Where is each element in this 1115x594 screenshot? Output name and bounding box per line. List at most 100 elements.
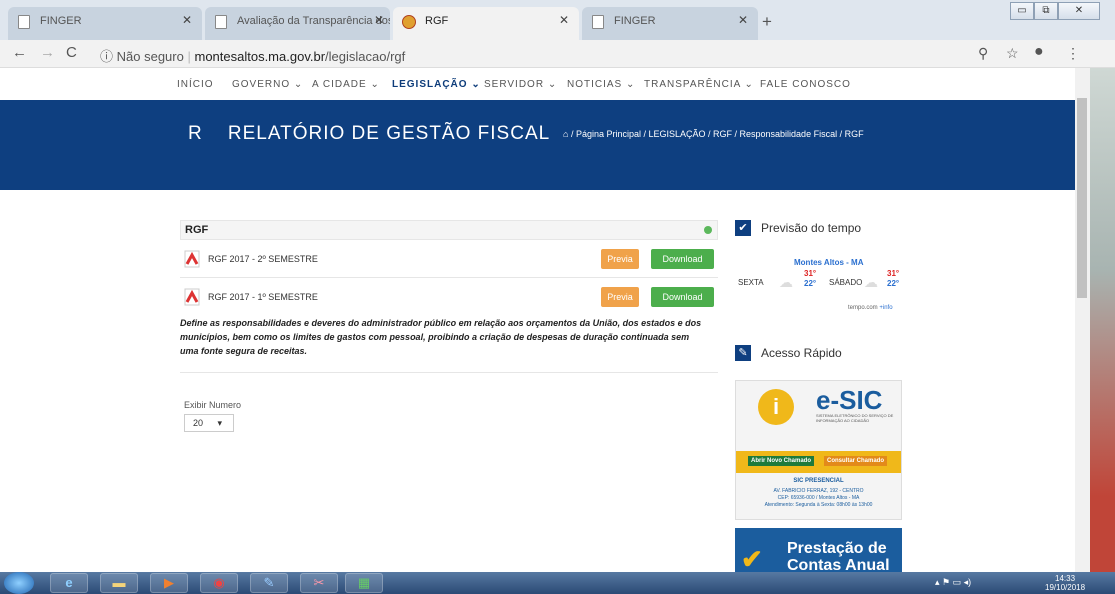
url-field[interactable]: ⓘ Não seguro | montesaltos.ma.gov.br/leg…	[100, 46, 405, 65]
nav-noticias[interactable]: NOTICIAS ⌄	[567, 79, 635, 90]
esic-subtitle: SISTEMA ELETRÔNICO DO SERVIÇO DE INFORMA…	[816, 413, 894, 423]
nav-label: LEGISLAÇÃO	[392, 79, 468, 90]
profile-icon[interactable]: ●	[1034, 43, 1044, 61]
cloud-sun-icon: ☁	[779, 274, 793, 290]
reload-icon[interactable]: C	[66, 44, 77, 61]
document-label[interactable]: RGF 2017 - 2º SEMESTRE	[208, 254, 318, 264]
start-button[interactable]	[4, 572, 34, 594]
open-ticket-button[interactable]: Abrir Novo Chamado	[748, 456, 815, 466]
tab-title: FINGER	[614, 15, 656, 27]
esic-banner[interactable]: i e-SIC SISTEMA ELETRÔNICO DO SERVIÇO DE…	[735, 380, 902, 520]
quick-access-heading: ✎ Acesso Rápido	[735, 345, 842, 361]
close-tab-icon[interactable]: ✕	[738, 13, 748, 27]
checkbox-icon: ✔	[735, 220, 751, 236]
back-icon[interactable]: ←	[12, 44, 27, 61]
page-title-letter: R	[188, 123, 203, 144]
nav-transparencia[interactable]: TRANSPARÊNCIA ⌄	[644, 79, 754, 90]
bookmark-star-icon[interactable]: ☆	[1006, 45, 1019, 62]
spreadsheet-icon[interactable]: ▦	[345, 573, 383, 593]
pdf-icon	[184, 288, 200, 306]
tab-title: Avaliação da Transparência dos M	[237, 15, 390, 27]
zoom-icon[interactable]: ⚲	[978, 45, 988, 62]
preview-button[interactable]: Previa	[601, 287, 639, 307]
nav-inicio[interactable]: INÍCIO	[177, 79, 214, 90]
tab-title: FINGER	[40, 15, 82, 27]
checkmark-icon: ✔	[741, 544, 763, 574]
new-tab-button[interactable]: +	[762, 12, 772, 32]
nav-governo[interactable]: GOVERNO ⌄	[232, 79, 303, 90]
info-icon: i	[758, 389, 794, 425]
breadcrumb-text[interactable]: / Página Principal / LEGISLAÇÃO / RGF / …	[571, 129, 864, 139]
sic-title: SIC PRESENCIAL	[793, 478, 844, 484]
chevron-down-icon: ▾	[217, 418, 223, 428]
nav-label: GOVERNO	[232, 79, 291, 90]
scrollbar-thumb[interactable]	[1077, 98, 1087, 298]
per-page-select[interactable]: 20 ▾	[184, 414, 234, 432]
prestacao-banner[interactable]: ✔ Prestação de Contas Anual	[735, 528, 902, 574]
nav-label: TRANSPARÊNCIA	[644, 79, 741, 90]
list-item: RGF 2017 - 2º SEMESTRE Previa Download	[180, 240, 718, 278]
menu-icon[interactable]: ⋮	[1066, 45, 1080, 62]
tab-rgf[interactable]: RGF ✕	[393, 7, 579, 40]
preview-button[interactable]: Previa	[601, 249, 639, 269]
nav-fale-conosco[interactable]: FALE CONOSCO	[760, 79, 851, 90]
pencil-icon: ✎	[735, 345, 751, 361]
tab-avaliacao[interactable]: Avaliação da Transparência dos M ✕	[205, 7, 390, 40]
clock-date: 19/10/2018	[1045, 583, 1086, 592]
tab-finger-1[interactable]: FINGER ✕	[8, 7, 202, 40]
clock-time: 14:33	[1055, 574, 1076, 583]
tray-icons[interactable]: ▴ ⚑ ▭ ◂)	[935, 577, 971, 588]
weather-title: Previsão do tempo	[761, 221, 862, 235]
forward-icon[interactable]: →	[40, 44, 55, 61]
close-tab-icon[interactable]: ✕	[559, 13, 569, 27]
close-tab-icon[interactable]: ✕	[374, 13, 384, 27]
page-icon	[215, 15, 227, 29]
page-title-text: RELATÓRIO DE GESTÃO FISCAL	[227, 123, 551, 144]
tab-title: RGF	[425, 15, 449, 27]
tab-finger-2[interactable]: FINGER ✕	[582, 7, 758, 40]
home-icon[interactable]: ⌂	[563, 129, 568, 139]
chrome-icon[interactable]: ◉	[200, 573, 238, 593]
close-tab-icon[interactable]: ✕	[182, 13, 192, 27]
list-item: RGF 2017 - 1º SEMESTRE Previa Download	[180, 278, 718, 316]
page-banner: R RELATÓRIO DE GESTÃO FISCAL ⌂ / Página …	[0, 100, 1075, 190]
restore-button[interactable]: ⧉	[1034, 2, 1058, 20]
weather-min: 22°	[887, 279, 900, 288]
download-button[interactable]: Download	[651, 249, 714, 269]
nav-label: A CIDADE	[312, 79, 367, 90]
weather-min: 22°	[804, 279, 817, 288]
per-page-value: 20	[193, 418, 204, 428]
breadcrumb: ⌂ / Página Principal / LEGISLAÇÃO / RGF …	[563, 129, 864, 139]
nav-label: NOTICIAS	[567, 79, 623, 90]
nav-label: SERVIDOR	[484, 79, 545, 90]
url-domain: montesaltos.ma.gov.br	[194, 49, 326, 64]
nav-legislacao[interactable]: LEGISLAÇÃO ⌄	[392, 79, 481, 90]
desktop-background	[1090, 68, 1115, 572]
snipping-tool-icon[interactable]: ✂	[300, 573, 338, 593]
section-header: RGF	[180, 220, 718, 240]
windows-taskbar: e ▬ ▶ ◉ ✎ ✂ ▦ ▴ ⚑ ▭ ◂) 14:33 19/10/2018	[0, 572, 1115, 594]
minimize-button[interactable]: ▭	[1010, 2, 1034, 20]
paint-icon[interactable]: ✎	[250, 573, 288, 593]
folder-icon[interactable]: ▬	[100, 573, 138, 593]
weather-credit: tempo.com	[848, 305, 878, 311]
nav-servidor[interactable]: SERVIDOR ⌄	[484, 79, 557, 90]
internet-explorer-icon[interactable]: e	[50, 573, 88, 593]
page-scrollbar[interactable]	[1075, 68, 1090, 572]
nav-a-cidade[interactable]: A CIDADE ⌄	[312, 79, 380, 90]
sic-hours: Atendimento: Segunda à Sexta: 08h00 às 1…	[764, 502, 873, 508]
consult-ticket-button[interactable]: Consultar Chamado	[824, 456, 888, 466]
weather-info-link[interactable]: +info	[879, 305, 892, 311]
status-dot-icon	[704, 226, 712, 234]
close-window-button[interactable]: ✕	[1058, 2, 1100, 20]
prestacao-title: Prestação de Contas Anual	[787, 540, 890, 574]
info-icon[interactable]: ⓘ	[100, 49, 113, 64]
sic-address: AV. FABRICIO FERRAZ, 192 - CENTRO	[773, 488, 864, 494]
weather-widget[interactable]: Montes Altos - MA SEXTA ☁ 31° 22° SÁBADO…	[736, 248, 906, 318]
document-label[interactable]: RGF 2017 - 1º SEMESTRE	[208, 292, 318, 302]
quick-access-title: Acesso Rápido	[761, 346, 842, 360]
per-page-label: Exibir Numero	[184, 400, 242, 410]
system-clock[interactable]: 14:33 19/10/2018	[1045, 574, 1085, 592]
download-button[interactable]: Download	[651, 287, 714, 307]
media-player-icon[interactable]: ▶	[150, 573, 188, 593]
